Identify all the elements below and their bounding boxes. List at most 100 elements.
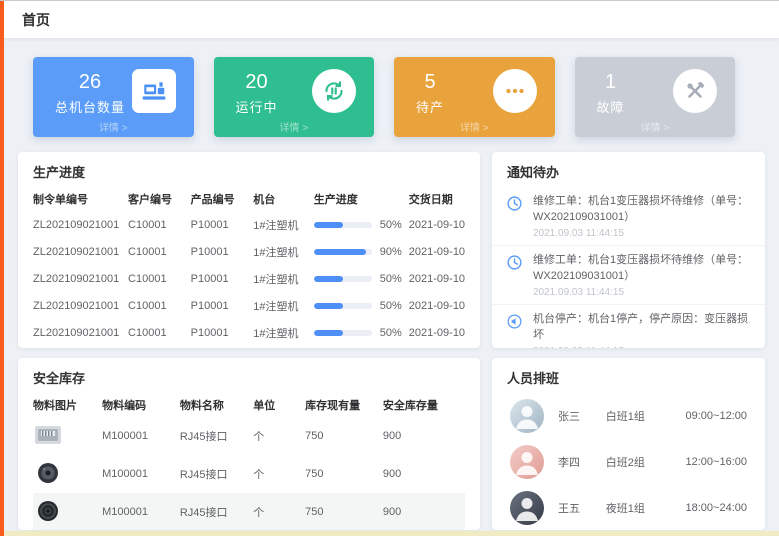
date-cell: 2021-09-10 [409,211,465,238]
progress-percent: 50% [380,219,402,231]
col-safety-qty: 安全库存量 [383,393,465,417]
notification-body: 机台停产：机台1停产，停产原因：变压器损坏2021.09.03 11:44:15 [533,312,751,348]
dashboard-window: 首页 26 总机台数量 详情 > 20 运行中 [0,0,779,536]
progress-bar-fill [314,330,343,336]
unit-cell: 个 [253,417,305,455]
material-image-cell [33,493,102,530]
notification-item[interactable]: 机台停产：机台1停产，停产原因：变压器损坏2021.09.03 11:44:15 [492,305,765,348]
order-no-cell: ZL202109021001 [33,265,128,292]
date-cell: 2021-09-10 [409,238,465,265]
staff-name: 张三 [558,408,592,424]
inventory-row: M100001RJ45接口个750900 [33,417,465,455]
notification-time: 2021.09.03 11:44:15 [533,346,751,348]
notification-text: 维修工单：机台1变压器损坏待维修（单号：WX202109031001） [533,253,751,285]
staff-time: 18:00~24:00 [686,502,747,514]
card-text: 5 待产 [416,70,444,116]
col-unit: 单位 [253,393,305,417]
machine-cell: 1#注塑机 [253,319,313,346]
inventory-row: M100001RJ45接口个750900 [33,455,465,493]
progress-cell: 50% [314,292,409,319]
material-code-cell: M100001 [102,493,180,530]
stat-card-total-machines: 26 总机台数量 详情 > [33,57,194,137]
customer-cell: C10001 [128,265,191,292]
card-detail-link[interactable]: 详情 > [214,119,375,134]
card-value: 5 [416,70,444,94]
card-text: 26 总机台数量 [55,70,125,116]
production-table: 制令单编号 客户编号 产品编号 机台 生产进度 交货日期 ZL202109021… [33,187,465,346]
avatar [510,445,544,479]
machine-cell: 1#注塑机 [253,211,313,238]
staff-panel-title: 人员排班 [492,358,765,393]
panel-grid: 生产进度 制令单编号 客户编号 产品编号 机台 生产进度 交货日期 ZL2021… [18,152,765,530]
inventory-table-wrap: 物料图片 物料编码 物料名称 单位 库存现有量 安全库存量 M100001RJ4… [18,393,480,530]
notification-list: 维修工单：机台1变压器损坏待维修（单号：WX202109031001） 2021.… [492,187,765,348]
inventory-row: M100001RJ45接口个750900 [33,493,465,530]
staff-list: 张三白班1组09:00~12:00李四白班2组12:00~16:00王五夜班1组… [492,393,765,530]
notification-item[interactable]: 维修工单：机台1变压器损坏待维修（单号：WX202109031001） 2021.… [492,246,765,305]
card-value: 1 [597,70,625,94]
notification-item[interactable]: 维修工单：机台1变压器损坏待维修（单号：WX202109031001）2021.… [492,187,765,246]
material-name-cell: RJ45接口 [180,455,253,493]
material-image-cell [33,455,102,493]
product-cell: P10001 [191,211,254,238]
card-value: 20 [236,70,278,94]
customer-cell: C10001 [128,238,191,265]
inventory-panel-title: 安全库存 [18,358,480,393]
staff-row: 李四白班2组12:00~16:00 [492,439,765,485]
col-material-image: 物料图片 [33,393,102,417]
date-cell: 2021-09-10 [409,319,465,346]
production-header-row: 制令单编号 客户编号 产品编号 机台 生产进度 交货日期 [33,187,465,211]
card-detail-link[interactable]: 详情 > [33,119,194,134]
clock-icon [506,194,524,239]
col-date: 交货日期 [409,187,465,211]
horn-image [33,499,63,523]
customer-cell: C10001 [128,211,191,238]
notification-body: 维修工单：机台1变压器损坏待维修（单号：WX202109031001） 2021.… [533,253,751,298]
card-text: 1 故障 [597,70,625,116]
product-cell: P10001 [191,238,254,265]
staff-row: 王五夜班1组18:00~24:00 [492,485,765,530]
stat-card-fault: 1 故障 详情 > [575,57,736,137]
progress-percent: 50% [380,327,402,339]
machine-cell: 1#注塑机 [253,265,313,292]
card-label: 故障 [597,97,625,116]
inventory-header-row: 物料图片 物料编码 物料名称 单位 库存现有量 安全库存量 [33,393,465,417]
col-progress: 生产进度 [314,187,409,211]
connector-image [33,461,63,485]
avatar [510,399,544,433]
progress-bar-fill [314,276,343,282]
avatar [510,491,544,525]
stock-qty-cell: 750 [305,455,383,493]
progress-bar [314,222,372,228]
stat-card-waiting: 5 待产 详情 > [394,57,555,137]
progress-percent: 50% [380,300,402,312]
stock-qty-cell: 750 [305,417,383,455]
progress-percent: 90% [380,246,402,258]
customer-cell: C10001 [128,319,191,346]
order-no-cell: ZL202109021001 [33,292,128,319]
unit-cell: 个 [253,493,305,530]
production-panel-title: 生产进度 [18,152,480,187]
notification-body: 维修工单：机台1变压器损坏待维修（单号：WX202109031001）2021.… [533,194,751,239]
production-row: ZL202109021001C10001P100011#注塑机90%2021-0… [33,238,465,265]
unit-cell: 个 [253,455,305,493]
notification-time: 2021.09.03 11:44:15 [533,287,751,298]
notification-text: 维修工单：机台1变压器损坏待维修（单号：WX202109031001） [533,194,751,226]
col-customer: 客户编号 [128,187,191,211]
page-header: 首页 [0,1,779,39]
date-cell: 2021-09-10 [409,265,465,292]
progress-cell: 50% [314,265,409,292]
staff-shift: 白班2组 [606,454,672,470]
staff-shift: 白班1组 [606,408,672,424]
window-bottom-edge [0,531,779,536]
production-table-body: ZL202109021001C10001P100011#注塑机50%2021-0… [33,211,465,346]
progress-cell: 50% [314,211,409,238]
production-row: ZL202109021001C10001P100011#注塑机50%2021-0… [33,265,465,292]
inventory-panel: 安全库存 物料图片 物料编码 物料名称 单位 库存现有量 安全库存量 M1000… [18,358,480,530]
window-left-edge [0,1,4,536]
col-product: 产品编号 [191,187,254,211]
card-detail-link[interactable]: 详情 > [394,119,555,134]
card-detail-link[interactable]: 详情 > [575,119,736,134]
production-panel: 生产进度 制令单编号 客户编号 产品编号 机台 生产进度 交货日期 ZL2021… [18,152,480,348]
running-icon [312,69,356,113]
